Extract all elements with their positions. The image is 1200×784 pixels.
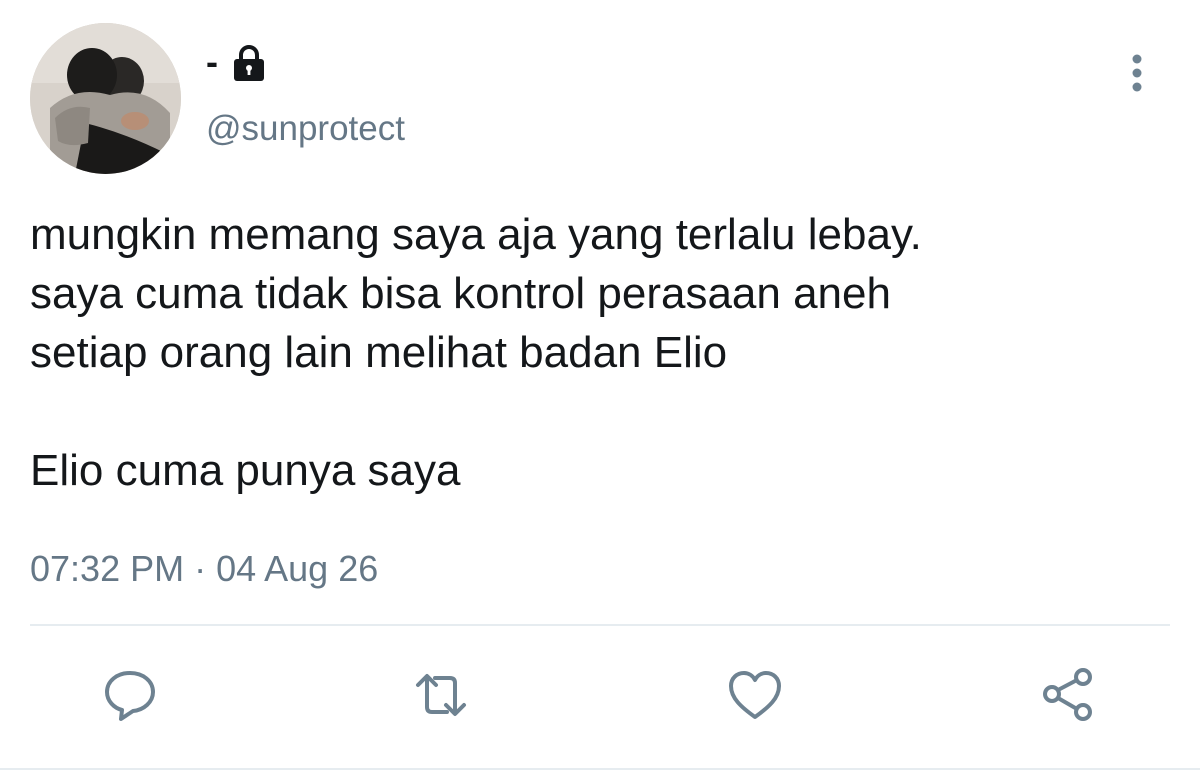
- avatar[interactable]: [30, 23, 181, 174]
- share-button[interactable]: [1040, 667, 1096, 723]
- display-name[interactable]: -: [206, 40, 218, 84]
- like-button[interactable]: [727, 667, 783, 723]
- tweet-line: mungkin memang saya aja yang terlalu leb…: [30, 210, 922, 259]
- retweet-icon: [413, 667, 469, 723]
- tweet-timestamp[interactable]: 07:32 PM · 04 Aug 26: [30, 547, 378, 591]
- comment-icon: [102, 667, 158, 723]
- tweet-text: mungkin memang saya aja yang terlalu leb…: [30, 205, 1160, 500]
- lock-icon: [229, 43, 269, 83]
- tweet-line: saya cuma tidak bisa kontrol perasaan an…: [30, 269, 891, 318]
- reply-button[interactable]: [102, 667, 158, 723]
- share-icon: [1040, 667, 1096, 723]
- divider: [30, 624, 1170, 626]
- retweet-button[interactable]: [413, 667, 469, 723]
- more-vertical-icon[interactable]: [1120, 52, 1154, 92]
- tweet-line: setiap orang lain melihat badan Elio: [30, 328, 728, 377]
- heart-icon: [727, 667, 783, 723]
- bottom-divider: [0, 768, 1200, 770]
- tweet-line: Elio cuma punya saya: [30, 446, 461, 495]
- user-handle[interactable]: @sunprotect: [206, 108, 405, 150]
